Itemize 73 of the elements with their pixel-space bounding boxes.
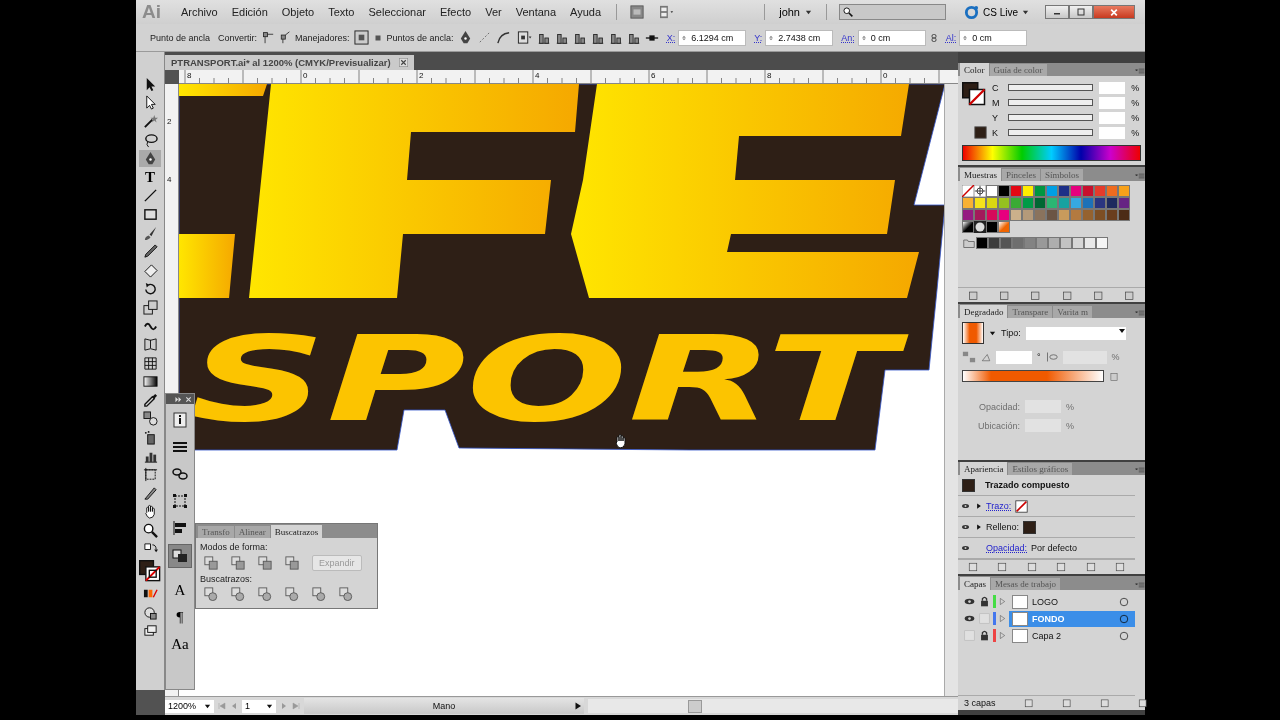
character-button[interactable]: Aa — [169, 633, 191, 655]
menu-item[interactable]: Efecto — [432, 6, 479, 18]
channel-label: Y — [992, 112, 999, 123]
field-label: Y: — [754, 32, 763, 43]
type-label: Tipo: — [1001, 328, 1021, 338]
attribute-link[interactable]: Opacidad: — [986, 543, 1028, 553]
unit-label: ° — [1037, 352, 1041, 362]
number-field[interactable]: 2.7438 cm — [765, 29, 834, 46]
menu-item[interactable]: Ventana — [508, 6, 564, 18]
ruler-number: 2 — [419, 71, 424, 80]
menu-item[interactable]: Ver — [478, 6, 509, 18]
page-field[interactable]: 1 — [242, 699, 277, 713]
field-label: Al: — [945, 32, 957, 43]
number-field[interactable]: 0 cm — [959, 29, 1028, 46]
ruler-number: 0 — [883, 71, 888, 80]
layer-row[interactable]: Capa 2 — [1009, 627, 1135, 644]
ruler-number: 8 — [767, 71, 772, 80]
attribute-link[interactable]: Trazo: — [986, 501, 1012, 511]
anchors-label: Puntos de ancla: — [386, 32, 454, 43]
panel-tab[interactable]: Degradado — [960, 305, 1008, 318]
panel-tab[interactable]: Buscatrazos — [270, 525, 323, 538]
attribute-label: Relleno: — [986, 522, 1020, 532]
field-label: Opacidad: — [977, 401, 1020, 412]
field-label: Ubicación: — [976, 420, 1020, 431]
unit-label: % — [1111, 352, 1120, 362]
attribute-value: Por defecto — [1031, 543, 1078, 553]
unit-label: % — [1131, 82, 1141, 93]
layer-count: 3 capas — [964, 698, 996, 708]
zoom-field[interactable]: 1200% — [165, 699, 215, 713]
panel-tab[interactable]: Color — [960, 63, 989, 76]
handles-label: Manejadores: — [295, 32, 350, 43]
menu-item[interactable]: Objeto — [274, 6, 322, 18]
type-tool[interactable]: T — [139, 168, 161, 186]
layer-row[interactable]: LOGO — [1009, 593, 1135, 610]
channel-label: K — [992, 127, 999, 138]
document-tab[interactable]: PTRANSPORT.ai* al 1200% (CMYK/Previsualizar) — [165, 55, 414, 70]
channel-label: C — [992, 82, 1000, 93]
menu-item[interactable]: Texto — [321, 6, 362, 18]
menu-item[interactable]: Seleccionar — [361, 6, 433, 18]
anchor-point-label: Punto de ancla — [150, 32, 212, 43]
menu-item[interactable]: Archivo — [174, 6, 225, 18]
ruler-number: 4 — [167, 175, 172, 184]
menu-item[interactable]: Ayuda — [563, 6, 609, 18]
cs-live-menu[interactable]: CS Live — [958, 3, 1035, 21]
user-menu[interactable]: john — [773, 5, 818, 19]
number-field[interactable]: 6.1294 cm — [678, 29, 747, 46]
section-label: Buscatrazos: — [200, 574, 254, 584]
panel-tab[interactable]: Capas — [960, 577, 990, 590]
current-tool-label: Mano — [432, 701, 456, 711]
menu-item[interactable]: Edición — [224, 6, 275, 18]
ruler-number: 2 — [167, 117, 172, 126]
ruler-number: 8 — [187, 71, 192, 80]
number-field[interactable]: 0 cm — [857, 29, 926, 46]
object-type-label: Trazado compuesto — [985, 480, 1070, 490]
field-label: An: — [841, 32, 855, 43]
channel-label: M — [992, 97, 1001, 108]
section-label: Modos de forma: — [200, 542, 269, 552]
unit-label: % — [1131, 112, 1141, 123]
ruler-number: 4 — [535, 71, 540, 80]
unit-label: % — [1066, 420, 1074, 431]
field-label: X: — [666, 32, 676, 43]
character-button[interactable]: A — [169, 579, 191, 601]
panel-tab[interactable]: Muestras — [960, 168, 1001, 181]
panel-tab[interactable]: Apariencia — [960, 462, 1008, 475]
convert-label: Convertir: — [218, 32, 257, 43]
unit-label: % — [1131, 127, 1141, 138]
app-logo: Ai — [142, 1, 162, 23]
unit-label: % — [1066, 401, 1074, 412]
unit-label: % — [1131, 97, 1141, 108]
paragraph-button[interactable]: ¶ — [169, 606, 191, 628]
ruler-number: 0 — [303, 71, 308, 80]
logo-text: SPORT — [189, 331, 919, 427]
ruler-number: 6 — [651, 71, 656, 80]
